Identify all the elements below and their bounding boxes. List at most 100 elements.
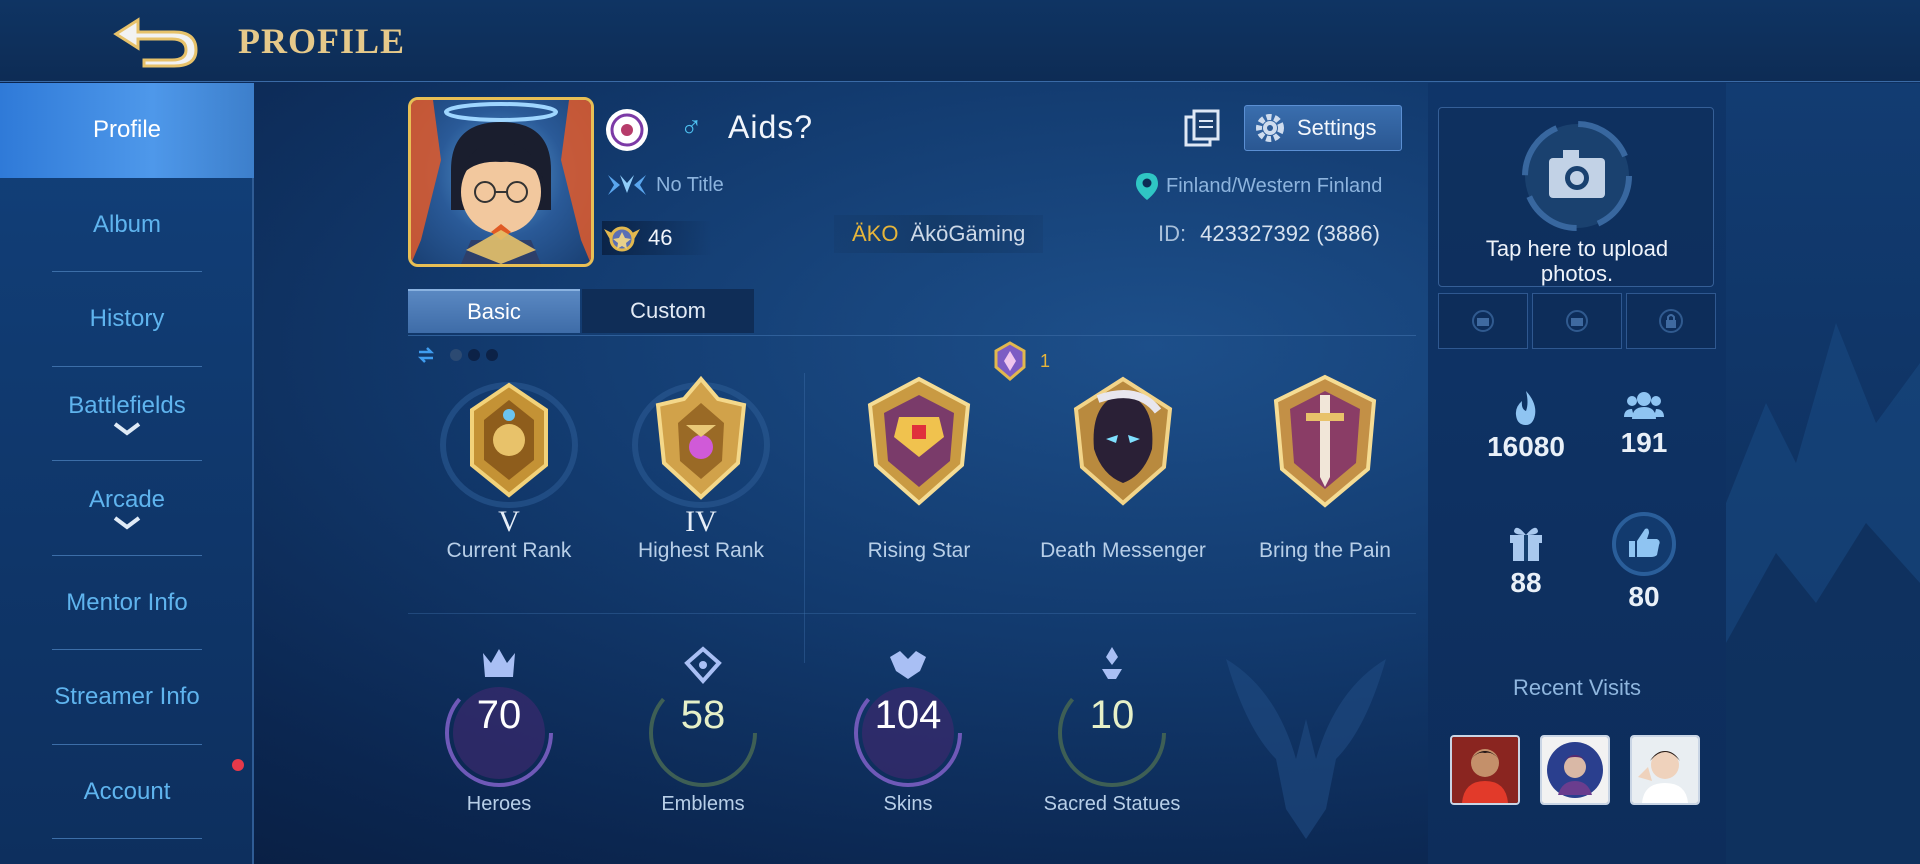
highest-rank-emblem[interactable]: IV Highest Rank	[608, 365, 794, 563]
background-scenery	[1726, 83, 1920, 864]
death-messenger-medal[interactable]: Death Messenger	[1030, 365, 1216, 563]
recent-visitor-avatar[interactable]	[1450, 735, 1520, 805]
thumbs-up-icon	[1612, 512, 1676, 576]
visitor-photo-icon	[1542, 737, 1608, 803]
sidebar-item-profile[interactable]: Profile	[0, 83, 254, 178]
faded-wings-emblem-icon	[1226, 659, 1386, 839]
page-title: PROFILE	[238, 21, 406, 61]
photo-slot[interactable]	[1532, 293, 1622, 349]
level-badge: 46	[602, 221, 713, 255]
id-label: ID:	[1158, 221, 1187, 246]
photo-slot[interactable]	[1438, 293, 1528, 349]
upload-photos-area[interactable]: Tap here to upload photos.	[1438, 107, 1714, 287]
followers-value: 191	[1620, 427, 1668, 458]
upload-text-line2: photos.	[1540, 261, 1614, 286]
location: Finland/Western Finland	[1134, 171, 1382, 201]
recent-visitor-avatar[interactable]	[1630, 735, 1700, 805]
camera-small-icon	[1566, 310, 1588, 332]
rising-star-icon	[867, 376, 971, 506]
sidebar-item-account[interactable]: Account	[0, 745, 254, 840]
emblems-stat[interactable]: 58 Emblems	[623, 641, 783, 816]
heroes-stat[interactable]: 70 Heroes	[419, 641, 579, 816]
achievement-label: Bring the Pain	[1259, 539, 1391, 562]
sidebar-item-label: Battlefields	[68, 391, 186, 419]
tab-basic[interactable]: Basic	[408, 289, 580, 333]
section-divider	[804, 373, 805, 663]
skins-stat[interactable]: 104 Skins	[828, 641, 988, 816]
settings-label: Settings	[1297, 115, 1377, 140]
sidebar-item-album[interactable]: Album	[0, 178, 254, 273]
achievement-label: Death Messenger	[1040, 539, 1206, 562]
settings-button[interactable]: Settings	[1244, 105, 1402, 151]
stat-ring: 70	[439, 641, 559, 791]
achievement-label: Rising Star	[867, 539, 971, 562]
squad-info[interactable]: ÄKO ÄköGäming	[834, 215, 1044, 253]
upload-prompt: Tap here to upload photos.	[1439, 236, 1715, 286]
username: Aids?	[728, 109, 814, 145]
sidebar-item-label: Mentor Info	[66, 588, 188, 616]
stat-ring: 58	[643, 641, 763, 791]
death-messenger-icon	[1073, 376, 1173, 506]
profile-title-row[interactable]: No Title	[606, 171, 724, 199]
profile-main-panel: ♂ Aids? Settings No Title Finland/Wester…	[256, 83, 1428, 864]
squad-tag: ÄKO	[852, 221, 899, 246]
back-button[interactable]	[110, 12, 202, 68]
sidebar-item-battlefields[interactable]: Battlefields	[0, 367, 254, 462]
sidebar-item-label: Account	[83, 777, 171, 805]
sidebar-item-arcade[interactable]: Arcade	[0, 461, 254, 556]
photo-slot-locked[interactable]	[1626, 293, 1716, 349]
page-dot	[486, 349, 498, 361]
followers-icon	[1624, 392, 1664, 419]
rank-tier: IV	[685, 505, 717, 538]
page-dot	[468, 349, 480, 361]
likes-stat[interactable]: 80	[1584, 511, 1704, 613]
recent-visits-title: Recent Visits	[1513, 675, 1641, 700]
stat-ring: 10	[1052, 641, 1172, 791]
rising-star-medal[interactable]: Rising Star	[826, 365, 1012, 563]
upload-text-line1: Tap here to upload	[1485, 236, 1669, 261]
sidebar-item-streamer-info[interactable]: Streamer Info	[0, 650, 254, 745]
followers-stat[interactable]: 191	[1584, 389, 1704, 459]
rank-emblem-icon	[632, 375, 770, 508]
achievement-label: Highest Rank	[637, 539, 765, 562]
gifts-value: 88	[1510, 567, 1542, 598]
title-wings-icon	[608, 175, 646, 195]
page-dots	[450, 349, 498, 361]
server-badge-icon	[606, 109, 648, 151]
stat-label: Skins	[883, 793, 933, 815]
sidebar-item-history[interactable]: History	[0, 272, 254, 367]
camera-small-icon	[1472, 310, 1494, 332]
stat-value: 10	[1089, 693, 1135, 737]
stat-label: Heroes	[466, 793, 532, 815]
popularity-stat[interactable]: 16080	[1466, 389, 1586, 463]
current-rank-emblem[interactable]: V Current Rank	[416, 365, 602, 563]
location-pin-icon	[1136, 173, 1158, 200]
sidebar-item-label: History	[89, 305, 165, 333]
sacred-statues-stat[interactable]: 10 Sacred Statues	[1032, 641, 1192, 816]
mountain-scenery-icon	[1726, 323, 1920, 864]
swap-arrows-icon[interactable]	[416, 345, 436, 365]
profile-title: No Title	[656, 173, 724, 196]
notification-dot	[232, 758, 244, 771]
copy-icon[interactable]	[1182, 109, 1222, 149]
likes-value: 80	[1628, 581, 1660, 612]
recent-visitor-avatar[interactable]	[1540, 735, 1610, 805]
chevron-down-icon	[113, 422, 141, 436]
visitor-photo-icon	[1452, 737, 1518, 803]
lock-icon	[1659, 309, 1683, 333]
tab-custom[interactable]: Custom	[582, 289, 754, 333]
visitor-photo-icon	[1632, 737, 1698, 803]
rank-page-indicator	[416, 345, 498, 365]
gifts-stat[interactable]: 88	[1466, 521, 1586, 599]
avatar[interactable]	[408, 97, 594, 267]
gear-icon	[1256, 114, 1284, 142]
sidebar: Profile Album History Battlefields Arcad…	[0, 83, 254, 864]
sidebar-item-label: Streamer Info	[54, 683, 200, 711]
location-text: Finland/Western Finland	[1166, 174, 1383, 197]
bring-the-pain-medal[interactable]: Bring the Pain	[1232, 365, 1418, 563]
camera-icon	[1522, 121, 1632, 231]
sidebar-item-mentor-info[interactable]: Mentor Info	[0, 556, 254, 651]
level-value: 46	[648, 225, 673, 250]
player-id: ID: 423327392 (3886)	[1158, 221, 1380, 247]
popularity-value: 16080	[1487, 431, 1565, 462]
